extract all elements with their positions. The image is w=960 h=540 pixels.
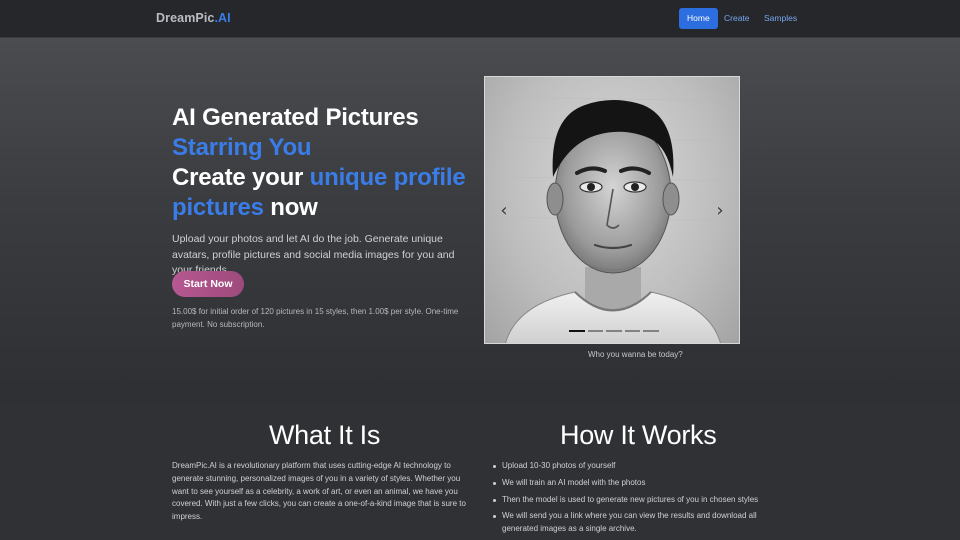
brand-logo[interactable]: DreamPic.AI bbox=[156, 11, 231, 25]
nav-samples-link[interactable]: Samples bbox=[758, 8, 803, 29]
carousel-indicator[interactable] bbox=[606, 330, 622, 332]
info-section: What It Is How It Works DreamPic.AI is a… bbox=[0, 404, 960, 540]
carousel-indicator[interactable] bbox=[624, 330, 641, 332]
navbar: DreamPic.AI Home Create Samples bbox=[0, 0, 960, 38]
list-item: We will send you a link where you can vi… bbox=[492, 510, 782, 536]
start-now-button[interactable]: Start Now bbox=[172, 271, 244, 297]
brand-name: DreamPic bbox=[156, 11, 215, 25]
carousel-indicator[interactable] bbox=[587, 330, 604, 332]
list-item: We will train an AI model with the photo… bbox=[492, 477, 782, 490]
list-item: Upload 10-30 photos of yourself bbox=[492, 460, 782, 473]
nav-create-link[interactable]: Create bbox=[718, 8, 756, 29]
price-note: 15.00$ for initial order of 120 pictures… bbox=[172, 307, 459, 329]
carousel-indicators bbox=[569, 330, 659, 333]
what-it-is-title: What It Is bbox=[269, 420, 381, 450]
carousel-caption-text: Who you wanna be today? bbox=[588, 350, 683, 359]
hero-title-accent1: Starring You bbox=[172, 134, 312, 161]
chevron-left-icon[interactable]: ‹ bbox=[494, 201, 514, 221]
carousel-indicator[interactable] bbox=[643, 330, 659, 332]
chevron-right-icon[interactable]: › bbox=[710, 201, 730, 221]
nav-home-link[interactable]: Home bbox=[679, 8, 718, 29]
how-it-works-list: Upload 10-30 photos of yourself We will … bbox=[492, 460, 782, 540]
carousel-indicator[interactable] bbox=[569, 330, 585, 332]
carousel-slide-portrait bbox=[485, 96, 739, 343]
brand-suffix: .AI bbox=[214, 11, 231, 25]
what-it-is-text: DreamPic.AI is a revolutionary platform … bbox=[172, 461, 466, 522]
carousel-caption: Who you wanna be today? bbox=[484, 350, 788, 359]
image-carousel[interactable]: ‹ › bbox=[484, 76, 740, 344]
hero-section bbox=[0, 38, 960, 404]
hero-title-line1: AI Generated Pictures bbox=[172, 104, 419, 131]
hero-title: AI Generated Pictures Starring You Creat… bbox=[172, 103, 472, 223]
hero-title-end: now bbox=[263, 194, 318, 221]
how-it-works-title: How It Works bbox=[560, 420, 717, 450]
hero-title-line3: Create your bbox=[172, 164, 310, 191]
list-item: Then the model is used to generate new p… bbox=[492, 494, 782, 507]
